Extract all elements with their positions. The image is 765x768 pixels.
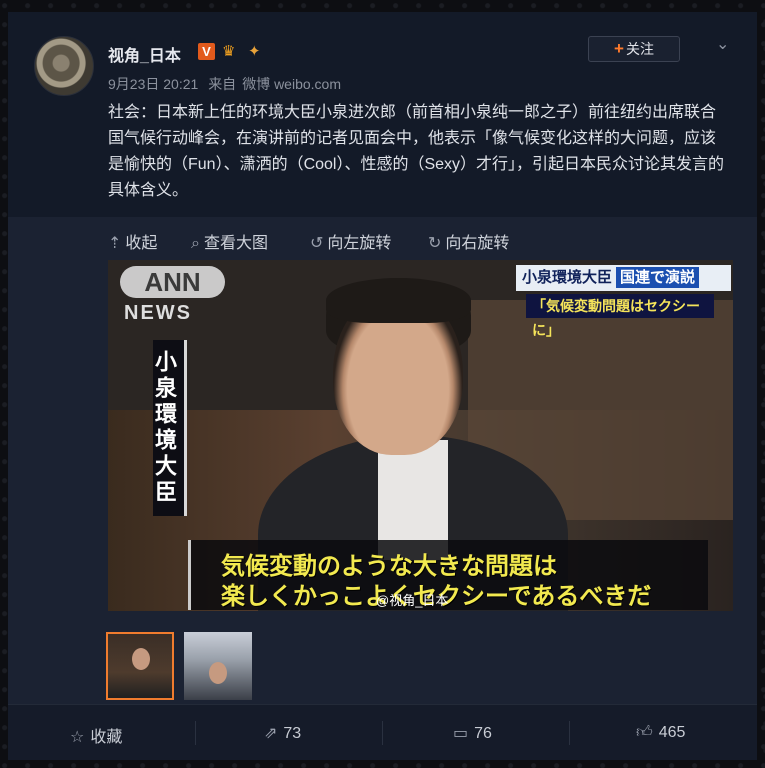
divider <box>382 721 383 745</box>
post-text: 社会：日本新上任的环境大臣小泉进次郎（前首相小泉纯一郎之子）前往纽约出席联合国气… <box>108 104 725 199</box>
news-screenshot-image[interactable]: ANN NEWS 小泉環境大臣 小泉環境大臣 国連で演説 「気候変動問題はセクシー… <box>108 260 733 611</box>
rotate-right-label: 向右旋转 <box>445 235 510 252</box>
follow-button[interactable]: + 关注 <box>588 36 680 62</box>
top-caption: 小泉環境大臣 国連で演説 <box>516 265 731 291</box>
watermark: @视角_日本 <box>376 593 449 608</box>
favorite-button[interactable]: ☆ 收藏 <box>70 723 122 747</box>
view-large-label: 查看大图 <box>203 235 268 252</box>
repost-button[interactable]: ⇗ 73 <box>264 723 301 743</box>
follow-label: 关注 <box>625 41 654 57</box>
medal-icon: ✦ <box>248 43 261 60</box>
comment-button[interactable]: ▭ 76 <box>453 723 492 743</box>
vertical-caption: 小泉環境大臣 <box>152 340 187 516</box>
rotate-left-label: 向左旋转 <box>327 235 392 252</box>
like-count: 465 <box>658 724 686 741</box>
thumbnail-2[interactable] <box>184 632 252 700</box>
ann-logo: ANN <box>120 266 225 298</box>
search-icon: ⌕ <box>191 235 200 252</box>
author-name[interactable]: 视角_日本 <box>108 42 181 66</box>
thumbnail-1[interactable] <box>106 632 174 700</box>
thumbs-up-icon: 👍︎ <box>636 724 653 741</box>
post-header-block: 视角_日本 V ♛ ✦ + 关注 ⌄ 9月23日 20:21 来自 微博 weibo… <box>8 12 757 217</box>
weibo-post-card: 视角_日本 V ♛ ✦ + 关注 ⌄ 9月23日 20:21 来自 微博 weibo… <box>8 12 757 760</box>
rotate-right-button[interactable]: ↻ 向右旋转 <box>428 229 509 253</box>
plus-icon: + <box>614 39 624 58</box>
star-icon: ☆ <box>70 729 85 746</box>
comment-icon: ▭ <box>453 725 469 742</box>
rotate-right-icon: ↻ <box>428 235 442 252</box>
rotate-left-icon: ↺ <box>310 235 324 252</box>
view-large-button[interactable]: ⌕ 查看大图 <box>191 229 268 253</box>
crown-icon: ♛ <box>222 43 236 60</box>
source-prefix: 来自 <box>208 76 237 92</box>
avatar[interactable] <box>34 36 94 96</box>
action-bar: ☆ 收藏 ⇗ 73 ▭ 76 👍︎ 465 <box>8 704 757 760</box>
media-block: ⇡ 收起 ⌕ 查看大图 ↺ 向左旋转 ↻ 向右旋转 ANN NEWS 小泉環境大臣 <box>8 217 757 704</box>
repost-count: 73 <box>283 725 302 742</box>
like-button[interactable]: 👍︎ 465 <box>636 723 685 742</box>
caption-event: 国連で演説 <box>616 267 700 288</box>
post-meta: 9月23日 20:21 来自 微博 weibo.com <box>108 74 347 94</box>
repost-icon: ⇗ <box>264 725 278 742</box>
news-logo-text: NEWS <box>124 302 192 324</box>
divider <box>195 721 196 745</box>
caption-name: 小泉環境大臣 <box>522 269 613 286</box>
favorite-label: 收藏 <box>90 729 123 746</box>
collapse-label: 收起 <box>125 235 158 252</box>
comment-count: 76 <box>474 725 492 742</box>
rotate-left-button[interactable]: ↺ 向左旋转 <box>310 229 391 253</box>
source-name[interactable]: 微博 weibo.com <box>242 76 341 92</box>
collapse-icon: ⇡ <box>108 235 122 252</box>
verified-icon: V <box>198 43 215 60</box>
collapse-button[interactable]: ⇡ 收起 <box>108 229 157 253</box>
caption-quote: 「気候変動問題はセクシーに」 <box>526 294 714 338</box>
timestamp[interactable]: 9月23日 20:21 <box>108 76 198 92</box>
divider <box>569 721 570 745</box>
chevron-down-icon[interactable]: ⌄ <box>716 34 729 54</box>
